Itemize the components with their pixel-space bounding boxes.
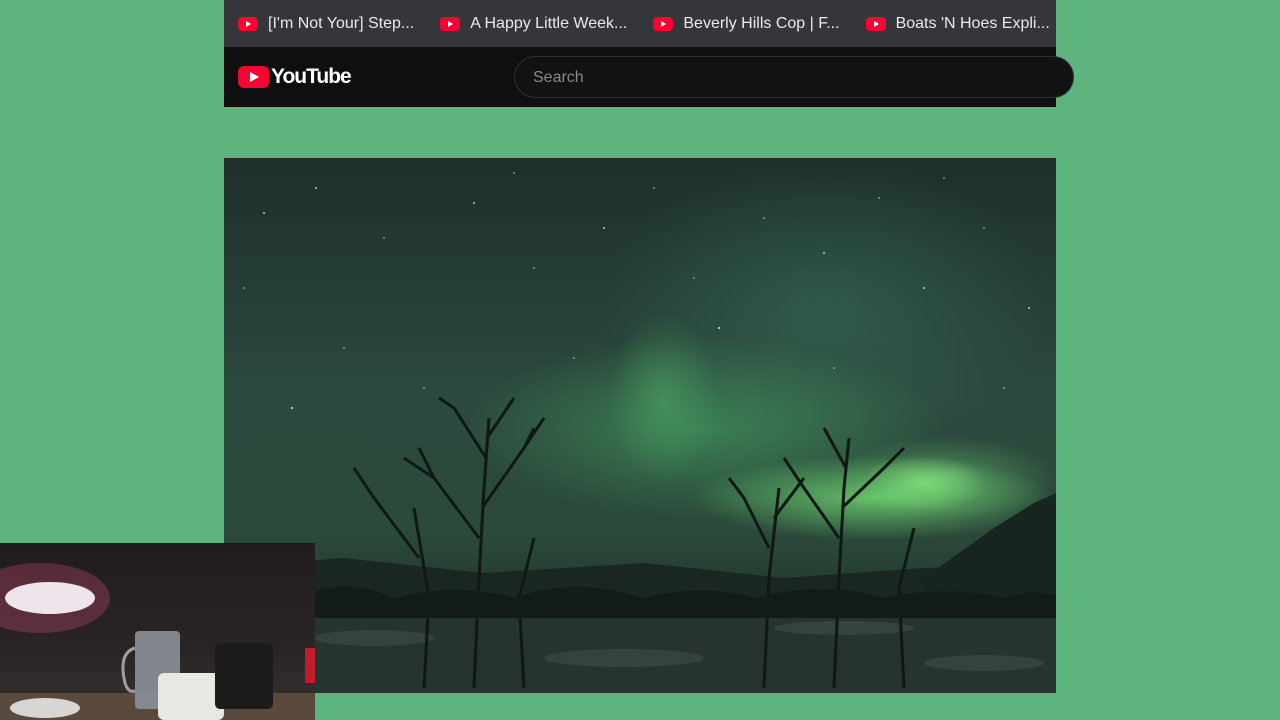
video-player[interactable] xyxy=(224,158,1056,693)
mountain xyxy=(924,493,1056,598)
bookmark-label: [I'm Not Your] Step... xyxy=(268,14,415,32)
bookmark-label: A Happy Little Week... xyxy=(470,14,628,32)
youtube-logo[interactable]: YouTube xyxy=(238,65,352,89)
youtube-play-icon xyxy=(238,66,269,88)
webcam-scene xyxy=(0,563,315,720)
aurora-scene xyxy=(224,172,1056,693)
youtube-icon xyxy=(653,16,674,31)
youtube-icon xyxy=(865,16,886,31)
bookmark-item[interactable]: Beverly Hills Cop | F... xyxy=(653,9,840,39)
youtube-icon xyxy=(440,16,461,31)
bookmark-item[interactable]: A Happy Little Week... xyxy=(440,9,627,39)
webcam-overlay xyxy=(0,543,315,720)
bookmark-label: Beverly Hills Cop | F... xyxy=(683,14,840,32)
bookmark-label: Boats 'N Hoes Expli... xyxy=(895,14,1050,32)
youtube-icon xyxy=(238,16,258,31)
youtube-header: YouTube xyxy=(224,47,1074,107)
bookmark-item[interactable]: Boats 'N Hoes Expli... xyxy=(865,9,1050,39)
bookmarks-bar: [I'm Not Your] Step... A Happy Little We… xyxy=(224,0,1056,47)
search-input[interactable] xyxy=(531,57,1035,99)
search-box xyxy=(514,56,1074,99)
youtube-wordmark: YouTube xyxy=(271,65,352,88)
bookmark-item[interactable]: [I'm Not Your] Step... xyxy=(238,9,414,39)
stars xyxy=(243,172,1030,410)
